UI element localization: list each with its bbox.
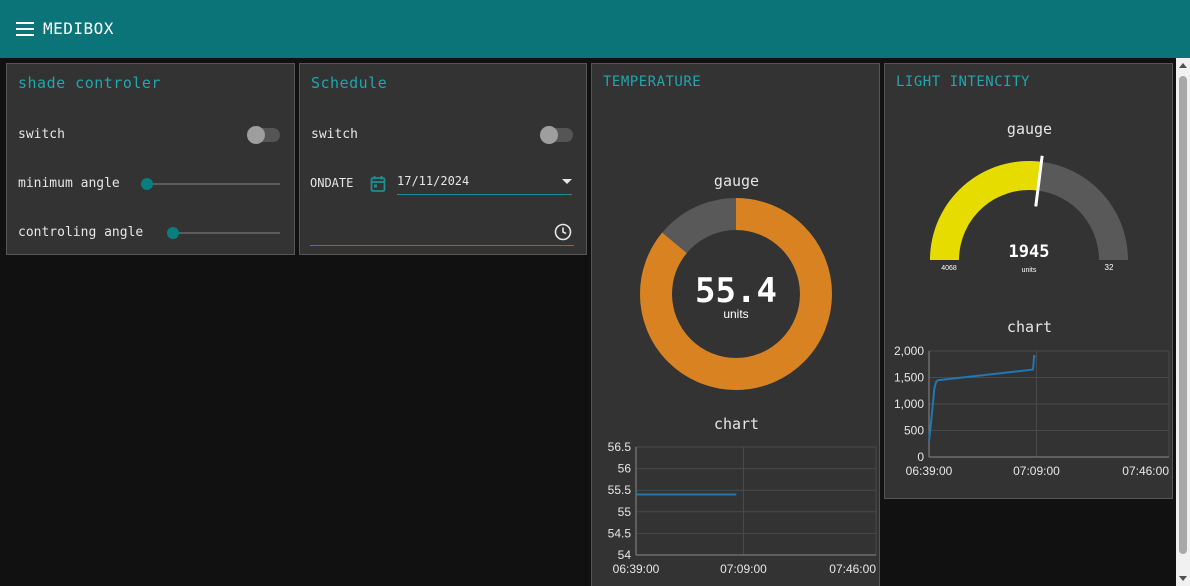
y-tick-label: 55 xyxy=(618,505,632,519)
scroll-up-arrow-icon[interactable] xyxy=(1179,63,1187,68)
card-title: shade controler xyxy=(18,74,161,92)
temperature-card: TEMPERATURE gauge 55.4 units chart 54 54.… xyxy=(591,63,880,586)
series-line xyxy=(928,354,1036,442)
shade-switch-label: switch xyxy=(18,127,65,142)
gauge-title: gauge xyxy=(1006,120,1053,138)
vertical-scrollbar[interactable] xyxy=(1176,58,1190,586)
hamburger-menu-icon[interactable] xyxy=(16,22,34,36)
y-tick-label: 56 xyxy=(618,462,632,476)
slider-thumb[interactable] xyxy=(141,178,153,190)
chart-title: chart xyxy=(713,415,760,433)
card-title: TEMPERATURE xyxy=(603,74,702,90)
shade-controller-card: shade controler switch minimum angle con… xyxy=(6,63,295,255)
y-tick-label: 55.5 xyxy=(608,483,632,497)
minimum-angle-label: minimum angle xyxy=(18,176,120,191)
x-tick-label: 07:09:00 xyxy=(1013,464,1060,478)
gauge-value: 55.4 xyxy=(695,271,777,311)
gauge-units: units xyxy=(723,307,748,321)
y-tick-label: 56.5 xyxy=(608,440,632,454)
minimum-angle-slider[interactable] xyxy=(141,177,280,191)
app-title: MEDIBOX xyxy=(43,19,114,38)
y-tick-label: 1,000 xyxy=(894,397,924,411)
gauge-min-label: 4068 xyxy=(941,265,957,272)
y-tick-label: 500 xyxy=(904,424,924,438)
temperature-chart: 54 54.5 55 55.5 56 56.5 06:39:00 07:09:00 07:46:… xyxy=(608,440,877,576)
gauge-max-label: 32 xyxy=(1105,263,1114,272)
y-tick-label: 54.5 xyxy=(608,526,632,540)
y-tick-label: 2,000 xyxy=(894,344,924,358)
time-input[interactable] xyxy=(310,221,574,246)
x-tick-label: 06:39:00 xyxy=(613,562,660,576)
gauge-value: 1945 xyxy=(1009,242,1050,262)
y-tick-label: 0 xyxy=(917,450,924,464)
temperature-gauge: 55.4 units xyxy=(640,198,832,390)
light-intensity-card: LIGHT INTENCITY gauge 1945 units 4068 32… xyxy=(884,63,1173,499)
dropdown-caret-icon xyxy=(562,179,572,184)
scrollbar-thumb[interactable] xyxy=(1179,76,1187,554)
scroll-down-arrow-icon[interactable] xyxy=(1179,576,1187,581)
x-tick-label: 07:46:00 xyxy=(829,562,876,576)
date-picker[interactable]: 17/11/2024 xyxy=(397,172,572,195)
x-tick-label: 07:09:00 xyxy=(720,562,767,576)
calendar-icon[interactable] xyxy=(370,175,386,193)
gauge-title: gauge xyxy=(713,172,760,190)
top-bar: MEDIBOX xyxy=(0,0,1190,58)
x-tick-label: 07:46:00 xyxy=(1122,464,1169,478)
shade-switch-toggle[interactable] xyxy=(247,126,280,144)
date-value: 17/11/2024 xyxy=(397,174,470,188)
clock-icon[interactable] xyxy=(554,223,572,241)
chart-title: chart xyxy=(1006,318,1053,336)
controling-angle-slider[interactable] xyxy=(167,226,280,240)
y-tick-label: 54 xyxy=(618,548,632,562)
schedule-card: Schedule switch ONDATE 17/11/2024 xyxy=(299,63,587,255)
controling-angle-label: controling angle xyxy=(18,225,144,240)
card-title: Schedule xyxy=(311,74,388,92)
light-gauge: 1945 units 4068 32 xyxy=(930,155,1128,274)
ondate-label: ONDATE xyxy=(310,176,354,190)
y-tick-label: 1,500 xyxy=(894,371,924,385)
light-intensity-chart: 0 500 1,000 1,500 2,000 06:39:00 07:09:00 07:46… xyxy=(894,344,1170,478)
card-title: LIGHT INTENCITY xyxy=(896,74,1030,90)
x-tick-label: 06:39:00 xyxy=(906,464,953,478)
schedule-switch-toggle[interactable] xyxy=(540,126,573,144)
slider-thumb[interactable] xyxy=(167,227,179,239)
gauge-units: units xyxy=(1022,267,1037,274)
schedule-switch-label: switch xyxy=(311,127,358,142)
